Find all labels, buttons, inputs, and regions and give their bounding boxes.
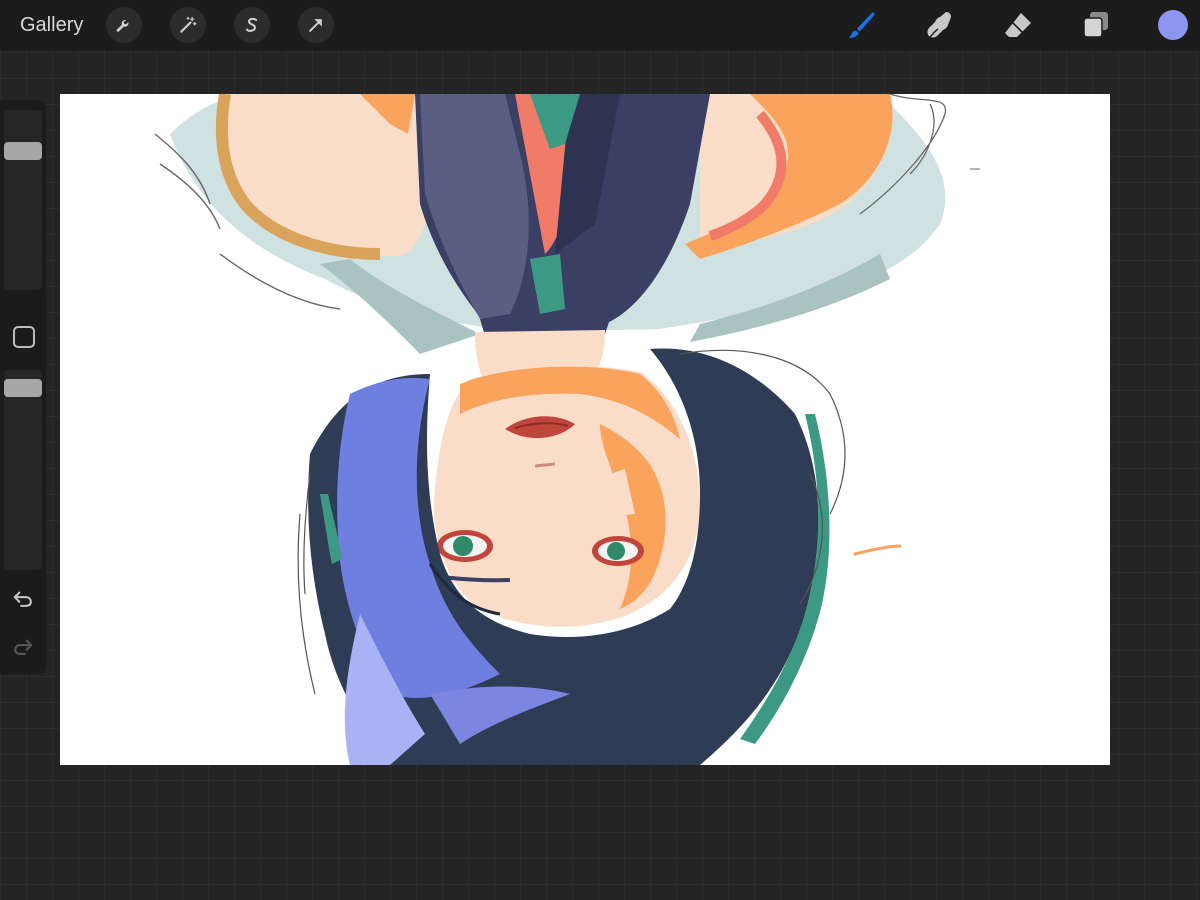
smudge-tool-button[interactable] <box>922 7 958 43</box>
layers-icon <box>1083 12 1108 38</box>
brush-size-slider-thumb[interactable] <box>4 142 42 161</box>
stray-orange-stroke <box>853 544 902 556</box>
drawing-canvas[interactable] <box>60 94 1110 765</box>
opacity-slider[interactable] <box>4 370 42 570</box>
redo-arrow-icon <box>14 639 33 655</box>
top-toolbar: Gallery <box>0 0 1200 50</box>
left-eye-iris <box>453 536 473 556</box>
actions-button[interactable] <box>106 7 142 43</box>
undo-arrow-icon <box>13 591 32 607</box>
right-eye-iris <box>607 542 625 560</box>
smudge-finger-icon <box>927 12 951 38</box>
wrench-icon <box>116 20 129 32</box>
layers-button[interactable] <box>1078 7 1114 43</box>
brush-size-slider[interactable] <box>4 110 42 290</box>
brush-icon <box>849 12 875 38</box>
magic-wand-icon <box>180 16 197 33</box>
modify-button[interactable] <box>13 326 35 348</box>
selection-button[interactable] <box>234 7 270 43</box>
transform-button[interactable] <box>298 7 334 43</box>
gallery-button[interactable]: Gallery <box>20 12 83 38</box>
opacity-slider-thumb[interactable] <box>4 379 42 398</box>
arrow-cursor-icon <box>309 19 322 32</box>
redo-button[interactable] <box>10 634 36 660</box>
left-sidebar <box>0 100 46 674</box>
eraser-icon <box>1005 13 1031 37</box>
adjustments-button[interactable] <box>170 7 206 43</box>
nose-mark <box>534 462 556 468</box>
eraser-tool-button[interactable] <box>1000 7 1036 43</box>
artwork-illustration <box>154 94 980 765</box>
selection-s-icon <box>246 17 258 32</box>
color-picker-button[interactable] <box>1158 10 1188 40</box>
undo-button[interactable] <box>10 586 36 612</box>
procreate-app: Gallery <box>0 0 1200 900</box>
brush-tool-button[interactable] <box>844 7 880 43</box>
